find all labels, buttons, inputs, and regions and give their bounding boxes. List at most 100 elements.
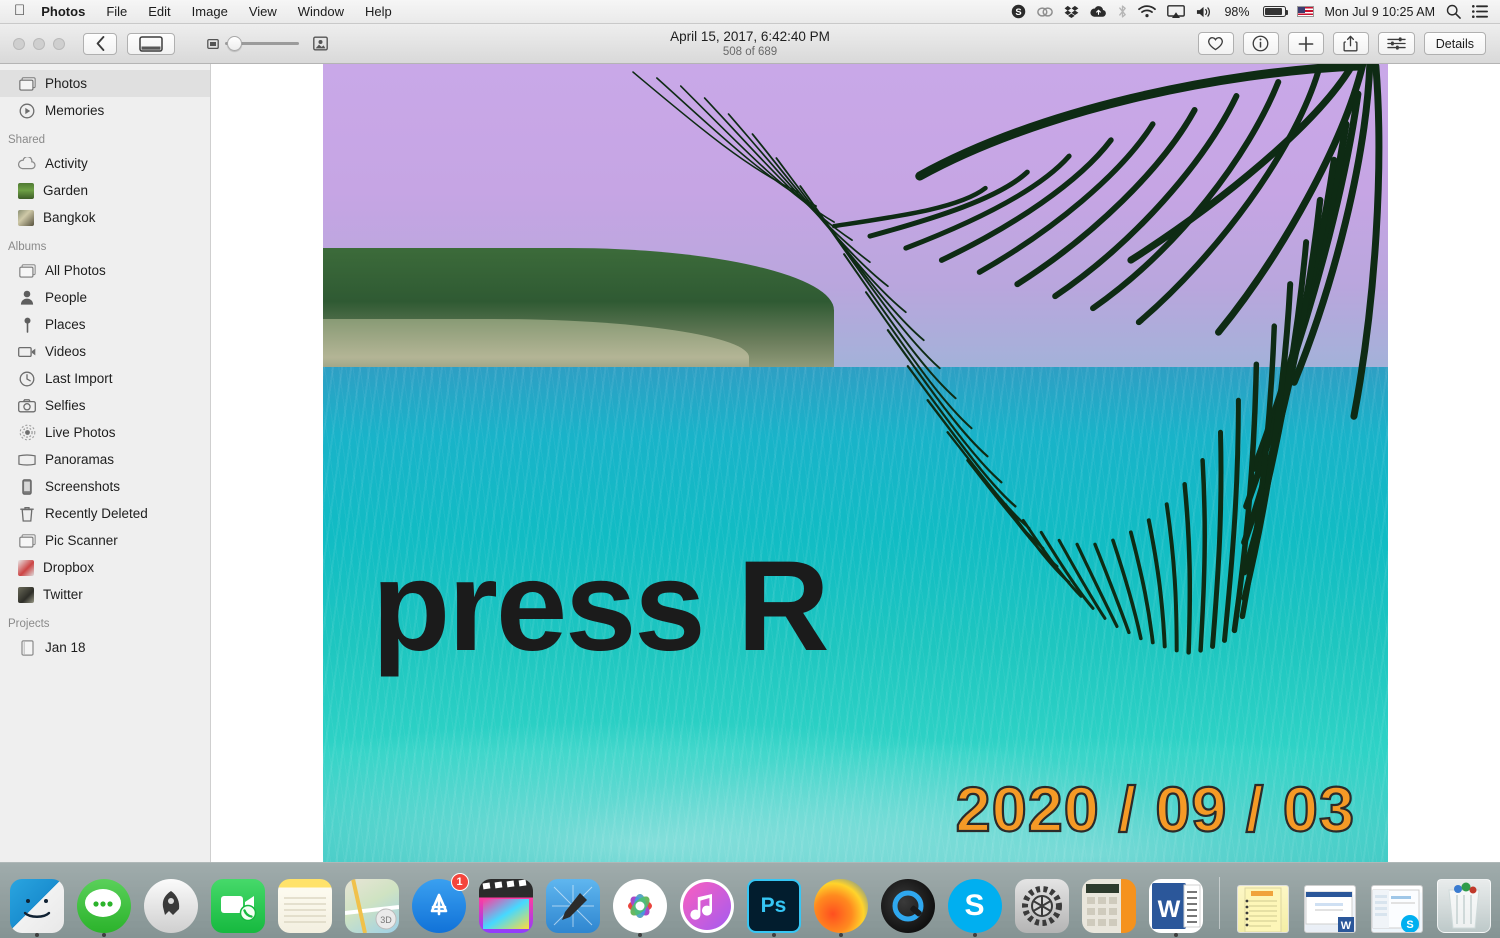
search-icon[interactable]: [1446, 3, 1461, 21]
back-button[interactable]: [83, 33, 117, 55]
sidebar-item-videos[interactable]: Videos: [0, 338, 210, 365]
memories-icon: [18, 102, 36, 120]
running-indicator: [973, 933, 977, 937]
menu-item-edit[interactable]: Edit: [148, 4, 170, 19]
person-icon: [18, 289, 36, 307]
sidebar-item-dropbox[interactable]: Dropbox: [0, 554, 210, 581]
apple-logo-icon[interactable]: : [14, 3, 25, 18]
sidebar-item-pic-scanner[interactable]: Pic Scanner: [0, 527, 210, 554]
dock-item-xcode[interactable]: [544, 875, 602, 933]
menu-item-photos[interactable]: Photos: [41, 4, 85, 19]
dropbox-icon[interactable]: [1064, 3, 1079, 21]
sidebar-item-memories[interactable]: Memories: [0, 97, 210, 124]
sidebar-item-twitter[interactable]: Twitter: [0, 581, 210, 608]
slider-knob[interactable]: [227, 36, 242, 51]
sidebar-item-label: Photos: [45, 76, 87, 91]
photo-date-stamp: 2020 / 09 / 03: [956, 779, 1355, 842]
zoom-in-icon[interactable]: [313, 36, 328, 51]
system-preferences-icon: [1015, 879, 1069, 933]
airplay-icon[interactable]: [1167, 3, 1185, 21]
sidebar-item-people[interactable]: People: [0, 284, 210, 311]
sidebar-item-last-import[interactable]: Last Import: [0, 365, 210, 392]
favorite-button[interactable]: [1198, 32, 1234, 55]
trash-icon: [1437, 879, 1491, 933]
dock-item-messages[interactable]: [75, 875, 133, 933]
dock-item-photoshop[interactable]: Ps: [745, 875, 803, 933]
zoom-out-icon[interactable]: [207, 38, 219, 50]
dock-item-launchpad[interactable]: [142, 875, 200, 933]
skype-icon[interactable]: S: [1011, 3, 1026, 21]
menu-item-image[interactable]: Image: [192, 4, 228, 19]
creative-cloud-icon[interactable]: [1037, 3, 1053, 21]
sidebar-item-all-photos[interactable]: All Photos: [0, 257, 210, 284]
sidebar-item-selfies[interactable]: Selfies: [0, 392, 210, 419]
menu-item-help[interactable]: Help: [365, 4, 392, 19]
running-indicator: [1174, 933, 1178, 937]
svg-text:W: W: [1157, 896, 1180, 923]
cloud-upload-icon[interactable]: [1090, 3, 1107, 21]
volume-icon[interactable]: [1196, 3, 1213, 21]
menu-item-view[interactable]: View: [249, 4, 277, 19]
sidebar-item-label: Places: [45, 317, 86, 332]
us-flag-icon[interactable]: [1297, 6, 1314, 17]
dock-item-finder[interactable]: [8, 875, 66, 933]
close-button[interactable]: [13, 38, 25, 50]
dock-item-calculator[interactable]: [1080, 875, 1138, 933]
dock-item-trash[interactable]: [1435, 875, 1493, 933]
add-button[interactable]: [1288, 32, 1324, 55]
bluetooth-icon[interactable]: [1118, 3, 1127, 21]
wifi-icon[interactable]: [1138, 3, 1156, 21]
cloud-icon: [18, 155, 36, 173]
dock-minimized-word-document[interactable]: W: [1301, 875, 1359, 933]
sidebar-item-garden[interactable]: Garden: [0, 177, 210, 204]
dock-minimized-skype-window[interactable]: S: [1368, 875, 1426, 933]
dock-item-system-preferences[interactable]: [1013, 875, 1071, 933]
dock-item-photos[interactable]: [611, 875, 669, 933]
window-traffic-lights: [0, 38, 65, 50]
menu-item-window[interactable]: Window: [298, 4, 344, 19]
sidebar-item-recently-deleted[interactable]: Recently Deleted: [0, 500, 210, 527]
sidebar-item-jan-18[interactable]: Jan 18: [0, 634, 210, 661]
displayed-photo[interactable]: press R 2020 / 09 / 03: [323, 64, 1388, 862]
photo-viewer[interactable]: press R 2020 / 09 / 03: [211, 64, 1500, 862]
dock-item-quicktime[interactable]: [879, 875, 937, 933]
info-button[interactable]: [1243, 32, 1279, 55]
photo-position-counter: 508 of 689: [723, 45, 777, 59]
dock-item-final-cut-pro[interactable]: [477, 875, 535, 933]
notification-center-icon[interactable]: [1472, 3, 1488, 21]
dock-minimized-notes-document[interactable]: [1234, 875, 1292, 933]
sidebar-item-live-photos[interactable]: Live Photos: [0, 419, 210, 446]
dock-item-maps[interactable]: 3D: [343, 875, 401, 933]
sidebar-item-panoramas[interactable]: Panoramas: [0, 446, 210, 473]
maximize-button[interactable]: [53, 38, 65, 50]
details-button[interactable]: Details: [1424, 32, 1486, 55]
adjust-sliders-icon[interactable]: [1378, 32, 1415, 55]
menu-bar-clock[interactable]: Mon Jul 9 10:25 AM: [1325, 5, 1435, 19]
dock-item-app-store[interactable]: 1: [410, 875, 468, 933]
album-thumb-dropbox: [18, 560, 34, 576]
menu-item-file[interactable]: File: [106, 4, 127, 19]
dock-item-itunes[interactable]: [678, 875, 736, 933]
sidebar-item-label: Panoramas: [45, 452, 114, 467]
sidebar-item-photos[interactable]: Photos: [0, 70, 210, 97]
thumbnail-size-slider[interactable]: [207, 36, 328, 51]
sidebar-item-screenshots[interactable]: Screenshots: [0, 473, 210, 500]
sidebar-item-label: Videos: [45, 344, 86, 359]
running-indicator: [102, 933, 106, 937]
minimize-button[interactable]: [33, 38, 45, 50]
sidebar-item-activity[interactable]: Activity: [0, 150, 210, 177]
skype-dock-icon: S: [948, 879, 1002, 933]
dock-item-skype[interactable]: S: [946, 875, 1004, 933]
running-indicator: [839, 933, 843, 937]
dock-item-facetime[interactable]: [209, 875, 267, 933]
battery-icon[interactable]: [1263, 6, 1286, 17]
trash-icon: [18, 505, 36, 523]
notes-icon: [278, 879, 332, 933]
dock-item-microsoft-word[interactable]: W: [1147, 875, 1205, 933]
dock-item-notes[interactable]: [276, 875, 334, 933]
sidebar-item-places[interactable]: Places: [0, 311, 210, 338]
sidebar-item-bangkok[interactable]: Bangkok: [0, 204, 210, 231]
dock-item-firefox[interactable]: [812, 875, 870, 933]
sidebar-toggle-icon[interactable]: [127, 33, 175, 55]
share-button[interactable]: [1333, 32, 1369, 55]
